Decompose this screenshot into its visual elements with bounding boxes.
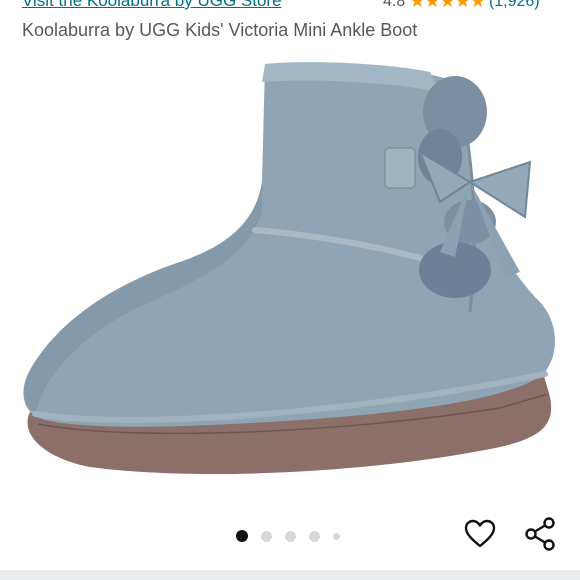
pager-dot-3[interactable]	[285, 530, 296, 542]
rating-summary[interactable]: 4.8 ★★★★★ (1,926)	[383, 0, 540, 12]
share-icon	[525, 517, 555, 551]
pager-dot-4[interactable]	[309, 530, 320, 542]
store-header: Visit the Koolaburra by UGG Store 4.8 ★★…	[0, 0, 580, 14]
pager-dot-2[interactable]	[261, 530, 272, 542]
product-title: Koolaburra by UGG Kids' Victoria Mini An…	[22, 20, 418, 40]
pager-dot-5[interactable]	[333, 532, 340, 540]
rating-value: 4.8	[383, 0, 406, 10]
product-image[interactable]	[0, 52, 580, 492]
image-pager[interactable]	[236, 530, 340, 542]
boot-illustration	[23, 62, 556, 475]
visit-store-link[interactable]: Visit the Koolaburra by UGG Store	[22, 0, 282, 11]
share-button[interactable]	[520, 514, 560, 554]
wishlist-button[interactable]	[460, 514, 500, 554]
pager-dot-1[interactable]	[236, 530, 248, 542]
review-count-link[interactable]: (1,926)	[489, 0, 540, 11]
star-rating-icon: ★★★★★	[409, 0, 486, 11]
bottom-divider	[0, 570, 580, 580]
heart-outline-icon	[464, 519, 496, 548]
